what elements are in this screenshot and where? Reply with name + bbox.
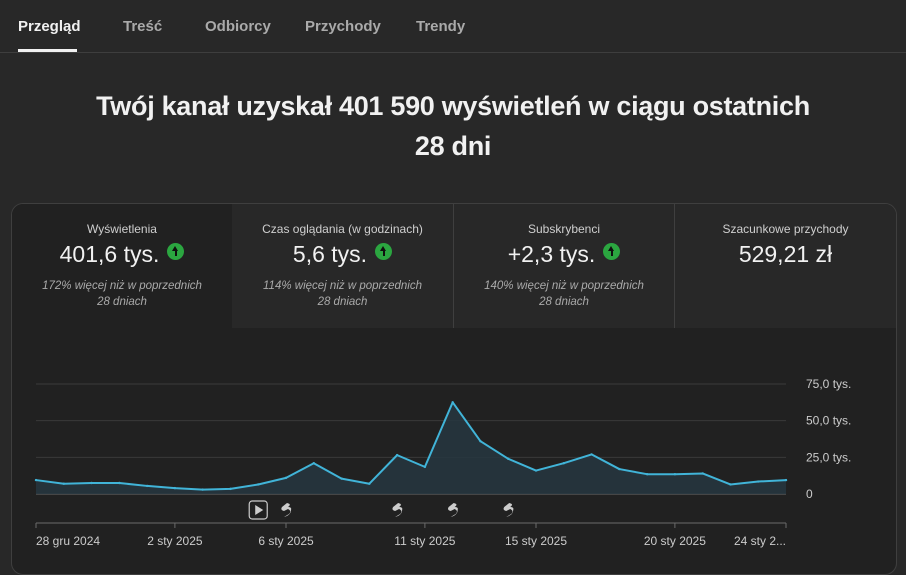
- data-point: [757, 480, 760, 483]
- page-headline: Twój kanał uzyskał 401 590 wyświetleń w …: [0, 86, 906, 166]
- data-point: [701, 472, 704, 475]
- y-tick-label: 75,0 tys.: [806, 377, 851, 391]
- play-icon: [255, 505, 264, 515]
- data-point: [534, 469, 538, 472]
- tab-revenue[interactable]: Przychody: [305, 18, 381, 35]
- shorts-icon: [392, 503, 403, 517]
- metrics-card: Wyświetlenia 401,6 tys. 172% więcej niż …: [11, 203, 897, 575]
- y-tick-label: 0: [806, 487, 813, 501]
- data-point: [673, 473, 677, 476]
- data-point: [229, 487, 232, 491]
- data-point: [645, 473, 649, 476]
- x-tick-label: 20 sty 2025: [644, 534, 706, 548]
- shorts-icon: [503, 503, 514, 517]
- data-point: [62, 482, 65, 485]
- x-tick-label: 24 sty 2...: [734, 534, 786, 548]
- y-tick-label: 25,0 tys.: [806, 450, 851, 464]
- shorts-icon: [281, 503, 292, 517]
- data-point: [479, 440, 482, 443]
- data-point: [784, 478, 788, 482]
- views-chart[interactable]: 75,0 tys. 50,0 tys. 25,0 tys. 0 28 gru 2024 2…: [12, 204, 896, 574]
- data-point: [507, 457, 510, 460]
- data-point: [90, 481, 93, 485]
- data-point: [201, 488, 204, 491]
- headline-line-1: Twój kanał uzyskał 401 590 wyświetleń w …: [96, 91, 810, 121]
- shorts-icon: [448, 503, 458, 517]
- data-point: [562, 462, 565, 465]
- data-point: [368, 482, 371, 485]
- data-point: [312, 462, 315, 465]
- y-tick-label: 50,0 tys.: [806, 414, 851, 428]
- data-point: [423, 465, 427, 469]
- x-tick-label: 15 sty 2025: [505, 534, 567, 548]
- data-point: [451, 401, 454, 404]
- x-tick-label: 28 gru 2024: [36, 534, 100, 548]
- tab-trends[interactable]: Trendy: [416, 18, 465, 35]
- data-point: [590, 453, 593, 456]
- active-tab-indicator: [18, 49, 77, 52]
- data-point: [34, 478, 38, 482]
- data-point: [395, 453, 399, 457]
- tab-overview[interactable]: Przegląd: [18, 18, 81, 35]
- data-point: [284, 476, 288, 480]
- tab-audience[interactable]: Odbiorcy: [205, 18, 271, 35]
- data-point: [118, 481, 121, 485]
- data-point: [340, 477, 343, 480]
- series-area: [36, 402, 786, 494]
- data-point: [618, 467, 621, 471]
- data-point: [257, 483, 260, 486]
- x-tick-label: 6 sty 2025: [258, 534, 314, 548]
- x-tick-label: 2 sty 2025: [147, 534, 203, 548]
- analytics-tabs: Przegląd Treść Odbiorcy Przychody Trendy: [0, 0, 906, 53]
- tab-content[interactable]: Treść: [123, 18, 162, 35]
- data-point: [145, 484, 149, 488]
- data-point: [729, 483, 732, 486]
- headline-line-2: 28 dni: [414, 131, 492, 161]
- data-point: [173, 486, 177, 490]
- x-tick-label: 11 sty 2025: [394, 534, 455, 548]
